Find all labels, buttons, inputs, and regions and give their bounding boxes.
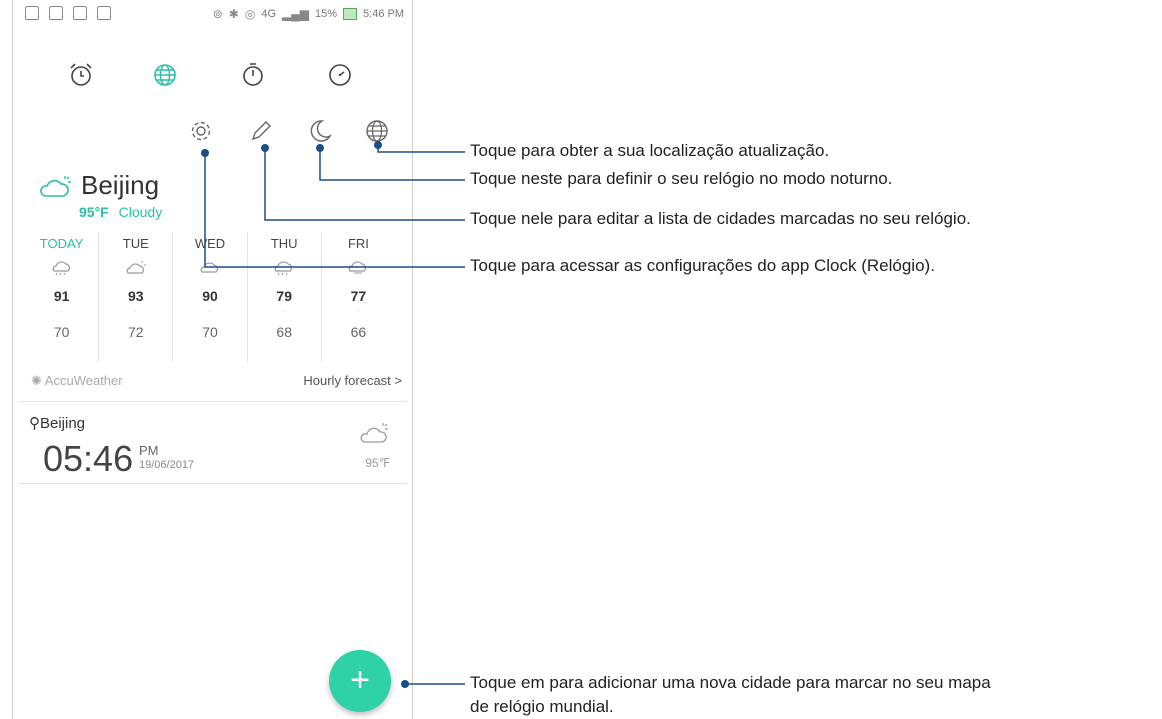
forecast-strip: TODAY 91 · 70 TUE 93 · 72 WED 90 · 70 TH… [25,232,395,362]
timer-tab[interactable] [320,55,360,95]
globe-icon [366,120,388,142]
current-condition: Cloudy [118,204,163,220]
mail-icon [49,6,63,20]
day-name: TODAY [39,236,84,251]
sync-icon: ◎ [244,7,256,21]
provider-name: AccuWeather [44,373,123,388]
city-header: Beijing [39,170,159,201]
current-conditions: 95°F Cloudy [79,204,162,220]
hotspot-icon: ⊚ [212,7,223,21]
clock-location-name: Beijing [40,415,86,432]
sun-icon: ✺ [31,373,45,388]
temp-separator: · [208,307,212,316]
globe-icon [154,64,176,86]
temp-separator: · [282,307,286,316]
clock-temp: 95℉ [365,456,390,470]
partly-cloudy-icon [360,423,388,443]
temp-separator: · [134,307,138,316]
settings-button[interactable] [186,116,216,146]
callout-add-line1: Toque em para adicionar uma nova cidade … [470,673,991,692]
rain-cloud-icon [52,261,70,276]
location-button[interactable] [362,116,392,146]
gallery-icon [25,6,39,20]
clock-card-location: ⚲Beijing [29,414,85,432]
partly-cloudy-icon [126,261,146,274]
current-temp: 95°F [79,204,109,220]
forecast-day: THU 79 · 68 [248,232,322,362]
alarm-clock-icon [70,63,92,86]
divider [19,483,407,484]
gear-icon [191,121,211,141]
status-time: 5:46 PM [363,8,404,20]
low-temp: 70 [53,324,70,340]
callout-settings: Toque para acessar as configurações do a… [470,256,935,275]
clock-time: 05:46 [43,438,134,479]
plus-icon: + [350,660,370,699]
low-temp: 68 [276,324,292,340]
low-temp: 72 [128,324,144,340]
cloud-icon [200,262,218,273]
day-name: THU [270,236,298,251]
signal-icon: ▂▄▆ [282,7,309,21]
stopwatch-tab[interactable] [233,55,273,95]
callout-add-line2: de relógio mundial. [470,697,614,716]
moon-icon [310,120,332,142]
high-temp: 93 [128,288,144,304]
clock-date: 19/06/2017 [139,459,195,471]
message-icon [73,6,87,20]
high-temp: 90 [202,288,218,304]
sd-card-icon [97,6,111,20]
timer-icon [329,64,351,86]
status-right: ⊚ ✱ ◎ 4G ▂▄▆ 15% 5:46 PM [213,7,404,21]
callout-edit: Toque nele para editar a lista de cidade… [470,209,971,228]
alarm-tab[interactable] [61,55,101,95]
callout-location: Toque para obter a sua localização atual… [470,141,830,160]
bluetooth-icon: ✱ [228,7,239,21]
weather-provider: ✺ AccuWeather [31,373,123,389]
forecast-day: WED 90 · 70 [173,232,248,362]
battery-icon [343,8,358,20]
low-temp: 70 [202,324,218,340]
edit-button[interactable] [246,116,276,146]
high-temp: 91 [53,288,70,304]
partly-cloudy-icon [40,175,71,197]
battery-percent: 15% [315,8,338,20]
forecast-day: TUE 93 · 72 [99,232,174,362]
temp-separator: · [60,307,63,316]
phone-screen: ⊚ ✱ ◎ 4G ▂▄▆ 15% 5:46 PM Beijing 95°F Cl… [12,0,413,719]
day-name: WED [194,236,226,251]
forecast-day: TODAY 91 · 70 [25,232,100,362]
status-bar: ⊚ ✱ ◎ 4G ▂▄▆ 15% 5:46 PM [13,0,412,30]
divider [19,401,407,402]
location-pin-icon: ⚲ [29,415,40,432]
clock-tabs [13,55,412,95]
world-clock-tab[interactable] [145,55,185,95]
day-name: TUE [122,236,149,251]
callout-night-mode: Toque neste para definir o seu relógio n… [470,169,893,188]
night-mode-button[interactable] [305,116,335,146]
stopwatch-icon [243,63,263,86]
notification-icons [25,6,111,20]
high-temp: 79 [276,288,292,304]
cloud-icon [349,261,367,274]
city-name: Beijing [81,170,160,200]
low-temp: 66 [350,324,367,340]
hourly-forecast-link[interactable]: Hourly forecast > [303,373,402,388]
rain-cloud-icon [274,261,293,276]
network-type: 4G [261,8,277,20]
pencil-icon [251,121,271,141]
add-city-button[interactable]: + [329,650,391,712]
day-name: FRI [347,236,369,251]
temp-separator: · [357,307,360,316]
forecast-day: FRI 77 · 66 [322,232,395,362]
high-temp: 77 [350,288,367,304]
clock-ampm: PM [139,443,159,458]
